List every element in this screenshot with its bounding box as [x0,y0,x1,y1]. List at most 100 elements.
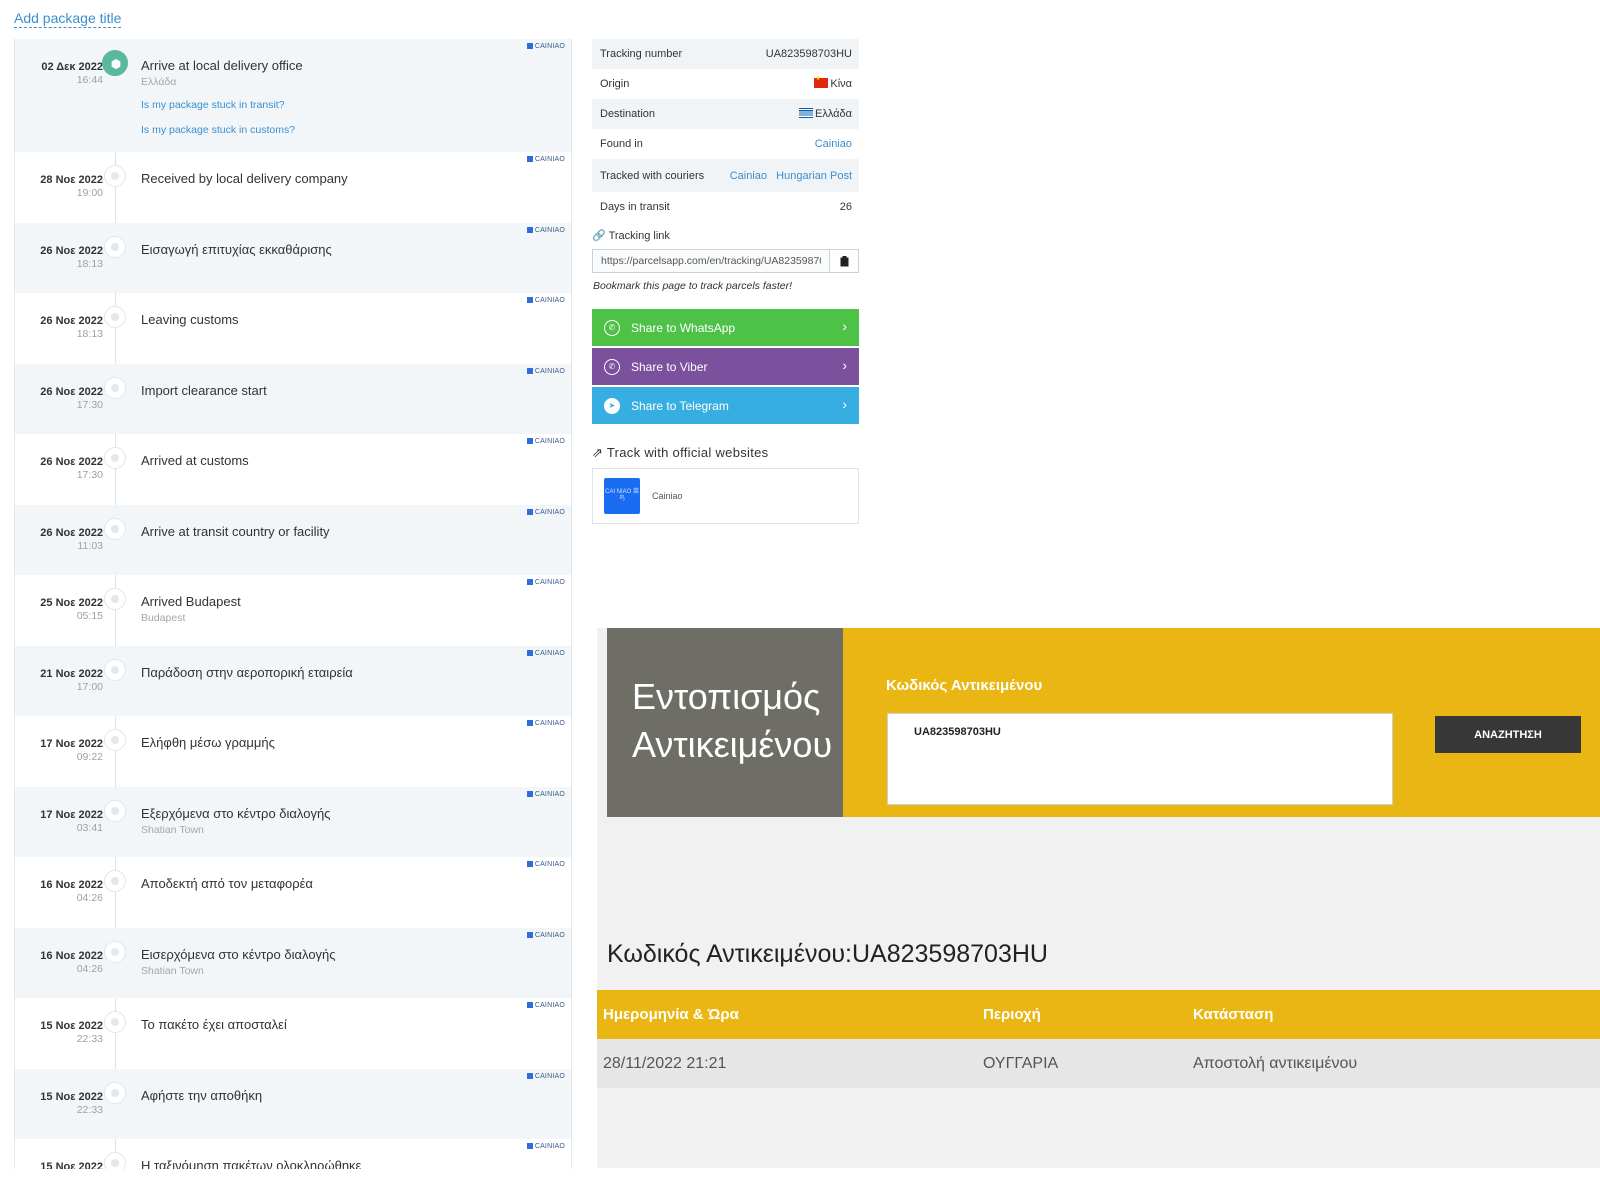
elta-field-label: Κωδικός Αντικειμένου [886,677,1043,694]
elta-hero: Εντοπισμός Αντικειμένου Κωδικός Αντικειμ… [607,628,1600,817]
couriers-label: Tracked with couriers [600,169,705,182]
external-link-icon: ⇗ [592,445,604,460]
timeline-dot-icon [104,235,126,258]
event-time: 18:13 [76,257,103,270]
event-time: 19:00 [76,187,103,199]
event-time: 22:33 [76,1103,103,1116]
row-datetime: 28/11/2022 21:21 [603,1054,727,1072]
event-date: 28 Νοε 2022 [40,174,103,186]
couriers-row: Tracked with couriers Cainiao Hungarian … [592,159,859,192]
chevron-right-icon: › [842,357,847,373]
help-link[interactable]: Is my package stuck in transit? [141,99,285,111]
timeline-event: CAINIAO 17 Νοε 2022 09:22 Ελήφθη μέσω γραμμ… [15,716,571,787]
greece-flag-icon [798,108,813,118]
event-date: 26 Νοε 2022 [40,315,103,327]
add-package-title-link[interactable]: Add package title [14,10,122,28]
elta-search-button[interactable]: ΑΝΑΖΗΤΗΣΗ [1435,716,1581,753]
share-telegram-button[interactable]: ➤ Share to Telegram › [592,387,859,424]
timeline-event: CAINIAO 17 Νοε 2022 03:41 Εξερχόμενα στο κέ… [15,786,571,857]
copy-button[interactable] [829,250,858,272]
share-viber-button[interactable]: ✆ Share to Viber › [592,348,859,385]
elta-tracking-input[interactable]: UA823598703HU [887,713,1393,805]
found-in-link[interactable]: Cainiao [815,138,852,150]
timeline-event: CAINIAO 15 Νοε 2022 22:33 Αφήστε την αποθήκ… [15,1068,571,1139]
event-title: Παράδοση στην αεροπορική εταιρεία [141,664,353,680]
timeline-event: CAINIAO 21 Νοε 2022 17:00 Παράδοση στην αερ… [15,645,571,716]
timeline-dot-icon [104,306,126,328]
courier-badge: CAINIAO [527,650,565,657]
event-time: 17:30 [76,398,103,411]
timeline-event: CAINIAO 26 Νοε 2022 18:13 Leaving customs [15,293,571,364]
help-link[interactable]: Is my package stuck in customs? [141,124,295,136]
event-location: Shatian Town [141,964,204,977]
event-title: Received by local delivery company [141,171,348,186]
courier-badge: CAINIAO [527,1073,565,1080]
header-status: Κατάσταση [1193,1006,1274,1023]
timeline-dot-icon [104,799,126,822]
row-region: ΟΥΓΓΑΡΙΑ [983,1054,1059,1072]
found-in-row: Found in Cainiao [592,129,859,159]
event-time: 04:26 [76,962,103,975]
timeline-event: CAINIAO 16 Νοε 2022 04:26 Εισερχόμενα στο κ… [15,927,571,998]
row-status: Αποστολή αντικειμένου [1193,1054,1358,1072]
found-in-label: Found in [600,138,643,150]
timeline-dot-icon [104,376,126,399]
timeline-event: CAINIAO 26 Νοε 2022 11:03 Arrive at transit… [15,504,571,575]
official-websites-label: Track with official websites [606,445,769,460]
event-time: 05:15 [76,610,103,622]
days-label: Days in transit [600,201,670,213]
event-time: 03:41 [76,821,103,834]
whatsapp-icon: ✆ [604,319,620,336]
event-date: 17 Νοε 2022 [40,738,103,750]
timeline-dot-icon [104,870,126,892]
event-title: Arrive at local delivery office [141,58,303,73]
tracking-timeline: CAINIAO 02 Δεκ 2022 16:44 ⬢ Arrive at local … [14,39,572,1169]
elta-hero-title: Εντοπισμός Αντικειμένου [607,628,843,817]
timeline-event: CAINIAO 16 Νοε 2022 04:26 Αποδεκτή από τον … [15,857,571,928]
courier-badge: CAINIAO [527,438,565,445]
event-title: Arrived Budapest [141,594,241,609]
courier-badge: CAINIAO [527,932,565,939]
timeline-dot-icon [104,588,126,610]
courier-link-hungarian-post[interactable]: Hungarian Post [776,170,852,182]
share-whatsapp-label: Share to WhatsApp [631,320,736,335]
event-title: Αποδεκτή από τον μεταφορέα [141,876,313,891]
timeline-dot-icon [104,729,126,751]
event-time: 17:00 [76,680,103,693]
share-whatsapp-button[interactable]: ✆ Share to WhatsApp › [592,309,859,346]
cainiao-logo: CAI NIAO 菜鸟 [604,478,640,514]
courier-link-cainiao[interactable]: Cainiao [730,170,767,182]
tracking-link-label: Tracking link [608,230,670,242]
table-header: Ημερομηνία & Ώρα Περιοχή Κατάσταση [597,990,1600,1039]
event-title: Leaving customs [141,312,239,327]
official-website-cainiao[interactable]: CAI NIAO 菜鸟 Cainiao [592,468,859,524]
timeline-event: CAINIAO 02 Δεκ 2022 16:44 ⬢ Arrive at local … [15,39,571,152]
event-title: Arrive at transit country or facility [141,523,330,539]
timeline-dot-icon [104,1152,126,1169]
bookmark-note: Bookmark this page to track parcels fast… [593,280,793,292]
origin-value: Κίνα [830,78,852,90]
event-date: 25 Νοε 2022 [40,597,103,609]
event-list: CAINIAO 02 Δεκ 2022 16:44 ⬢ Arrive at local … [15,39,571,1169]
table-row: 28/11/2022 21:21 ΟΥΓΓΑΡΙΑ Αποστολή αντικ… [597,1039,1600,1088]
event-title: Ελήφθη μέσω γραμμής [141,735,275,750]
timeline-event: CAINIAO 26 Νοε 2022 18:13 Εισαγωγή επιτυχία… [15,222,571,293]
timeline-dot-icon [104,658,126,681]
package-info-table: Tracking number UA823598703HU Origin Κίν… [592,39,859,222]
clipboard-icon [840,255,848,266]
tracking-link-box [592,249,859,273]
destination-value: Ελλάδα [814,108,852,120]
event-location: Budapest [141,612,186,624]
event-time: 22:33 [76,1033,103,1045]
event-date: 26 Νοε 2022 [40,526,103,539]
event-title: Το πακέτο έχει αποσταλεί [141,1017,287,1032]
header-region: Περιοχή [983,1006,1041,1023]
package-status-icon: ⬢ [102,50,128,76]
courier-badge: CAINIAO [527,791,565,798]
event-time: 17:30 [76,469,103,481]
tracking-url-input[interactable] [593,250,829,272]
event-date: 26 Νοε 2022 [40,456,103,468]
event-title: Η ταξινόμηση πακέτων ολοκληρώθηκε [141,1158,362,1169]
timeline-event: CAINIAO 15 Νοε 2022 Η ταξινόμηση πακέτων ο… [15,1139,571,1169]
tracking-number-label: Tracking number [600,48,683,60]
